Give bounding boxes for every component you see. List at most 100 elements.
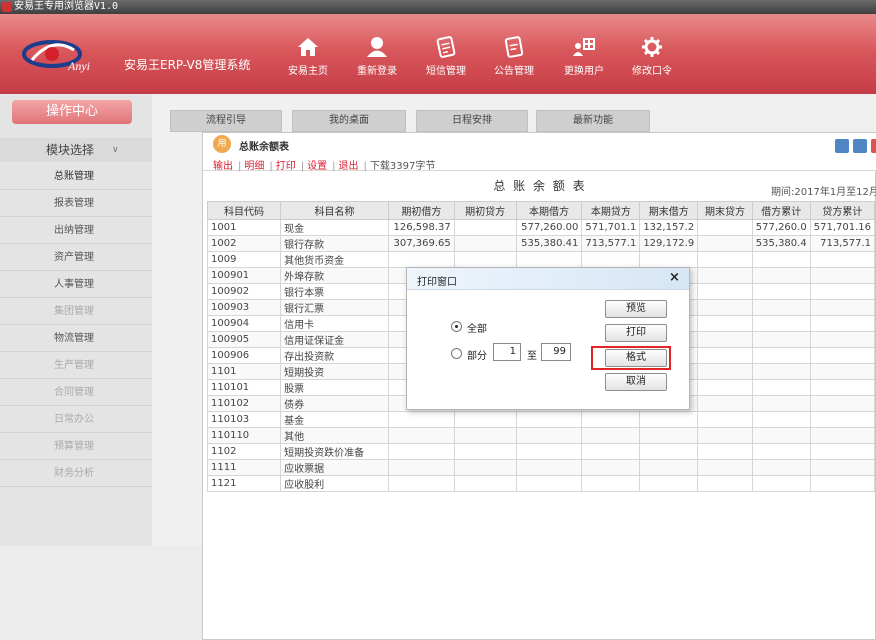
close-icon[interactable]: × bbox=[669, 270, 680, 285]
column-header: 借方累计 bbox=[751, 201, 811, 220]
print-button[interactable]: 打印 bbox=[605, 324, 667, 342]
table-cell: 713,577.1 bbox=[809, 235, 876, 252]
table-cell: 银行存款 bbox=[280, 235, 389, 252]
tab-my-desktop[interactable]: 我的桌面 bbox=[292, 110, 406, 132]
table-row[interactable]: 1111 应收票据 bbox=[206, 459, 876, 476]
nav-sms-button[interactable]: 短信管理 bbox=[418, 36, 474, 86]
message-icon bbox=[436, 36, 456, 58]
table-cell: 银行本票 bbox=[280, 283, 389, 300]
print-part-radio[interactable] bbox=[451, 348, 462, 359]
exit-link[interactable]: 退出 bbox=[339, 161, 359, 172]
maximize-icon[interactable] bbox=[853, 139, 867, 153]
table-cell bbox=[751, 411, 811, 428]
toolbar-separator: | bbox=[238, 161, 242, 172]
nav-home-button[interactable]: 安易主页 bbox=[280, 36, 336, 86]
table-row[interactable]: 110103 基金 bbox=[206, 411, 876, 428]
detail-link[interactable]: 明细 bbox=[244, 161, 264, 172]
module-select-dropdown[interactable]: 模块选择 ∨ bbox=[0, 138, 152, 162]
table-cell: 1101 bbox=[206, 363, 282, 380]
table-cell: 110102 bbox=[206, 395, 282, 412]
table-row[interactable]: 1009 其他货币资金 bbox=[206, 251, 876, 268]
table-cell bbox=[697, 315, 753, 332]
table-cell bbox=[515, 459, 583, 476]
sidebar-item-logistics[interactable]: 物流管理 bbox=[0, 326, 152, 352]
sidebar-item-contracts[interactable]: 合同管理 bbox=[0, 380, 152, 406]
column-header: 贷方累计 bbox=[809, 201, 876, 220]
tab-schedule[interactable]: 日程安排 bbox=[416, 110, 528, 132]
table-cell: 股票 bbox=[280, 379, 389, 396]
table-row[interactable]: 1001 现金 126,598.37 577,260.00 571,701.1 132,1… bbox=[206, 219, 876, 236]
column-header: 期初借方 bbox=[387, 201, 455, 220]
sidebar-item-hr[interactable]: 人事管理 bbox=[0, 272, 152, 298]
table-cell bbox=[453, 459, 517, 476]
table-cell: 577,260.0 bbox=[751, 219, 811, 236]
page-to-input[interactable]: 99 bbox=[541, 343, 571, 361]
minimize-icon[interactable] bbox=[835, 139, 849, 153]
table-cell: 132,157.2 bbox=[639, 219, 699, 236]
table-cell bbox=[697, 475, 753, 492]
table-cell bbox=[751, 363, 811, 380]
table-cell bbox=[697, 283, 753, 300]
print-dialog: 打印窗口 × 全部 部分 1 至 99 预览 打印 格式 取消 bbox=[406, 267, 690, 410]
print-dialog-title: 打印窗口 bbox=[417, 277, 457, 288]
nav-relogin-button[interactable]: 重新登录 bbox=[349, 36, 405, 86]
table-cell: 100904 bbox=[206, 315, 282, 332]
sidebar-item-group[interactable]: 集团管理 bbox=[0, 299, 152, 325]
preview-button[interactable]: 预览 bbox=[605, 300, 667, 318]
close-icon[interactable] bbox=[871, 139, 876, 153]
table-cell bbox=[581, 443, 641, 460]
cancel-button[interactable]: 取消 bbox=[605, 373, 667, 391]
sidebar-item-cashier[interactable]: 出纳管理 bbox=[0, 218, 152, 244]
table-cell bbox=[809, 299, 876, 316]
sidebar-item-reports[interactable]: 报表管理 bbox=[0, 191, 152, 217]
table-cell: 571,701.1 bbox=[581, 219, 641, 236]
table-cell bbox=[515, 427, 583, 444]
table-cell bbox=[697, 379, 753, 396]
table-cell: 100903 bbox=[206, 299, 282, 316]
table-row[interactable]: 110110 其他 bbox=[206, 427, 876, 444]
table-cell bbox=[387, 427, 455, 444]
settings-link[interactable]: 设置 bbox=[307, 161, 327, 172]
table-cell: 1111 bbox=[206, 459, 282, 476]
column-header: 科目代码 bbox=[206, 201, 282, 220]
toolbar-separator: | bbox=[332, 161, 336, 172]
table-cell bbox=[697, 267, 753, 284]
table-cell bbox=[453, 251, 517, 268]
report-toolbar: 输出 | 明细 | 打印 | 设置 | 退出 | 下载3397字节 bbox=[213, 157, 437, 172]
table-cell bbox=[387, 475, 455, 492]
sidebar-item-general-ledger[interactable]: 总账管理 bbox=[0, 164, 152, 190]
table-cell: 外埠存款 bbox=[280, 267, 389, 284]
table-cell: 1102 bbox=[206, 443, 282, 460]
table-cell bbox=[751, 315, 811, 332]
nav-notice-button[interactable]: 公告管理 bbox=[486, 36, 542, 86]
sidebar-item-budget[interactable]: 预算管理 bbox=[0, 434, 152, 460]
table-cell bbox=[697, 219, 753, 236]
table-cell bbox=[751, 475, 811, 492]
output-link[interactable]: 输出 bbox=[213, 161, 233, 172]
column-header: 期末借方 bbox=[639, 201, 699, 220]
table-row[interactable]: 1121 应收股利 bbox=[206, 475, 876, 492]
sidebar-item-office[interactable]: 日常办公 bbox=[0, 407, 152, 433]
table-cell: 535,380.41 bbox=[515, 235, 583, 252]
nav-change-password-button[interactable]: 修改口令 bbox=[624, 36, 680, 86]
user-icon bbox=[367, 37, 387, 57]
print-part-label: 部分 bbox=[467, 351, 487, 362]
table-row[interactable]: 1002 银行存款 307,369.65 535,380.41 713,577.1 129… bbox=[206, 235, 876, 252]
tab-process-guide[interactable]: 流程引导 bbox=[170, 110, 282, 132]
table-cell: 571,701.16 bbox=[809, 219, 876, 236]
table-cell bbox=[581, 427, 641, 444]
table-cell bbox=[809, 379, 876, 396]
anyi-logo: Anyi bbox=[22, 40, 90, 73]
sidebar-item-assets[interactable]: 资产管理 bbox=[0, 245, 152, 271]
print-link[interactable]: 打印 bbox=[276, 161, 296, 172]
print-all-radio[interactable] bbox=[451, 321, 462, 332]
nav-switch-user-button[interactable]: 更换用户 bbox=[556, 36, 612, 86]
report-window-title: 总账余额表 bbox=[239, 142, 289, 153]
sidebar-item-analysis[interactable]: 财务分析 bbox=[0, 461, 152, 487]
table-cell bbox=[809, 363, 876, 380]
table-cell bbox=[515, 475, 583, 492]
page-from-input[interactable]: 1 bbox=[493, 343, 521, 361]
sidebar-item-production[interactable]: 生产管理 bbox=[0, 353, 152, 379]
tab-new-features[interactable]: 最新功能 bbox=[536, 110, 650, 132]
table-row[interactable]: 1102 短期投资跌价准备 bbox=[206, 443, 876, 460]
